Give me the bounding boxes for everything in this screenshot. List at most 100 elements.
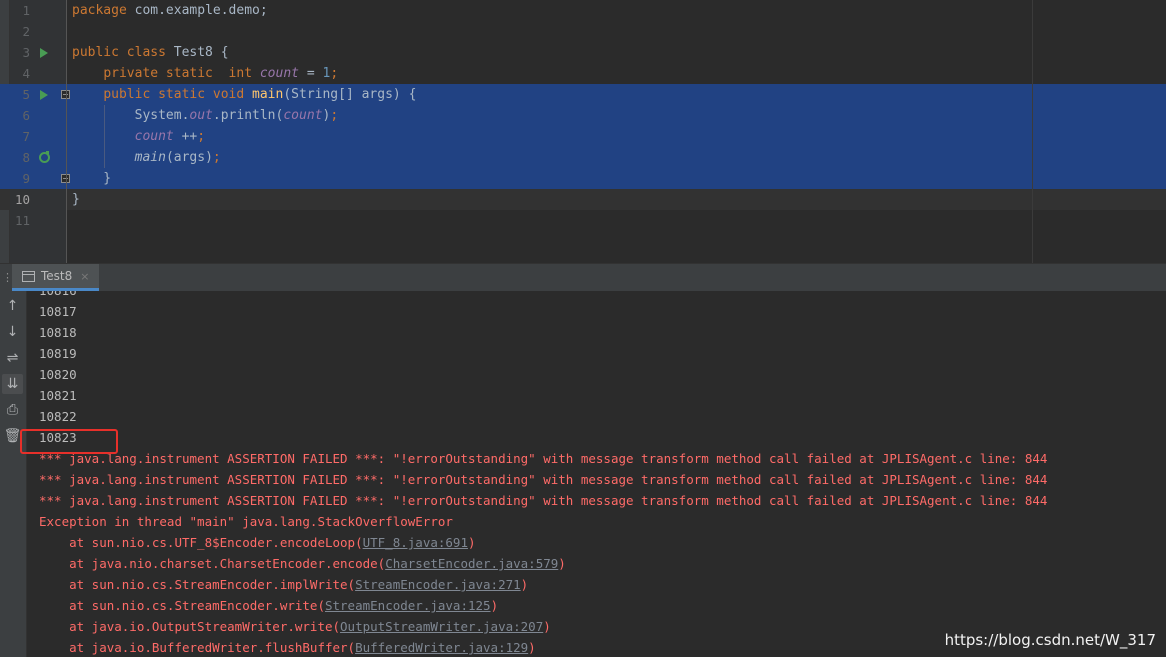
code-text[interactable]: public class Test8 { (72, 42, 229, 63)
code-token: count (134, 129, 174, 144)
stack-frame-text: at sun.nio.cs.StreamEncoder.implWrite( (39, 577, 356, 592)
recursive-call-icon (39, 151, 50, 163)
source-file-link[interactable]: OutputStreamWriter.java:207 (340, 619, 543, 634)
output-line: 10816 (39, 291, 1047, 301)
code-text[interactable]: count ++; (72, 126, 205, 147)
run-tab-label: Test8 (41, 269, 73, 283)
code-token: count (283, 108, 323, 123)
line-number: 5 (22, 87, 30, 102)
code-line[interactable]: 1 package com.example.demo; (0, 0, 1166, 21)
code-line[interactable]: 9 } (0, 168, 1166, 189)
output-line: 10822 (39, 409, 77, 424)
code-text[interactable]: System.out.println(count); (72, 105, 339, 126)
output-line: 10819 (39, 346, 77, 361)
run-gutter-icon[interactable] (40, 90, 48, 100)
code-token: ++ (173, 129, 198, 144)
code-token: = (299, 66, 323, 81)
stack-frame-close: ) (520, 577, 529, 592)
code-line[interactable]: 8 main(args); (0, 147, 1166, 168)
down-stack-trace-icon[interactable]: ↓ (2, 322, 23, 342)
watermark: https://blog.csdn.net/W_317 (944, 631, 1156, 649)
run-tab-test8[interactable]: Test8 × (12, 264, 100, 291)
code-token: private static int (103, 66, 260, 81)
code-line[interactable]: 2 (0, 21, 1166, 42)
code-token: Test8 { (173, 45, 229, 60)
code-line[interactable]: 7 count ++; (0, 126, 1166, 147)
code-line[interactable]: 5 public static void main(String[] args)… (0, 84, 1166, 105)
source-file-link[interactable]: BufferedWriter.java:129 (355, 640, 528, 655)
scroll-to-end-icon[interactable]: ⇊ (2, 374, 23, 394)
code-text[interactable]: public static void main(String[] args) { (72, 84, 416, 105)
line-number: 11 (14, 213, 30, 228)
code-token: package (72, 3, 135, 18)
stack-frame-text: at java.nio.charset.CharsetEncoder.encod… (39, 556, 386, 571)
code-lines[interactable]: 1 package com.example.demo; 2 3 public class… (0, 0, 1166, 231)
code-token: ; (212, 150, 221, 165)
code-text[interactable]: } (72, 189, 80, 210)
print-icon[interactable]: ⎙ (2, 400, 23, 420)
line-number: 9 (22, 171, 30, 186)
output-line: 10820 (39, 367, 77, 382)
code-token: ; (197, 129, 206, 144)
line-number: 2 (22, 24, 30, 39)
code-line[interactable]: 6 System.out.println(count); (0, 105, 1166, 126)
code-text[interactable]: private static int count = 1; (72, 63, 338, 84)
stack-frame-close: ) (467, 535, 476, 550)
line-number: 4 (22, 66, 30, 81)
code-token: } (72, 171, 112, 186)
code-token: out (189, 108, 213, 123)
code-line[interactable]: 11 (0, 210, 1166, 231)
console-output[interactable]: 10816 10817 10818 10819 10820 10821 10822 10823… (27, 291, 1166, 657)
run-gutter-icon[interactable] (40, 48, 48, 58)
code-text[interactable]: package com.example.demo; (72, 0, 268, 21)
output-line: 10818 (39, 325, 77, 340)
stack-frame-close: ) (490, 598, 499, 613)
code-token: } (72, 192, 80, 207)
stack-frame-close: ) (558, 556, 566, 571)
code-text[interactable]: main(args); (72, 147, 221, 168)
line-number: 1 (22, 3, 30, 18)
error-line: *** java.lang.instrument ASSERTION FAILE… (39, 472, 1048, 487)
up-stack-trace-icon[interactable]: ↑ (2, 296, 23, 316)
code-token: count (259, 66, 299, 81)
gutter-divider (66, 0, 67, 263)
stack-trace-line: at java.nio.charset.CharsetEncoder.encod… (39, 553, 1047, 574)
soft-wrap-icon[interactable]: ⇌ (2, 348, 23, 368)
code-token: public static void (103, 87, 253, 102)
stack-trace-line: at sun.nio.cs.StreamEncoder.implWrite(St… (39, 574, 1047, 595)
output-line: 10821 (39, 388, 77, 403)
line-number: 8 (22, 150, 30, 165)
code-token: ; (330, 66, 339, 81)
code-token: ; (330, 108, 339, 123)
console-toolbar: ↑ ↓ ⇌ ⇊ ⎙ 🗑 (0, 291, 27, 657)
stack-trace-line: at java.io.OutputStreamWriter.write(Outp… (39, 616, 1047, 637)
source-file-link[interactable]: UTF_8.java:691 (363, 535, 468, 550)
source-file-link[interactable]: StreamEncoder.java:125 (325, 598, 491, 613)
stack-frame-text: at sun.nio.cs.UTF_8$Encoder.encodeLoop( (39, 535, 363, 550)
line-number: 7 (22, 129, 30, 144)
error-line: Exception in thread "main" java.lang.Sta… (39, 514, 453, 529)
console-tab-icon (22, 270, 35, 282)
stack-trace-line: at sun.nio.cs.UTF_8$Encoder.encodeLoop(U… (39, 532, 1047, 553)
stack-frame-text: at java.io.OutputStreamWriter.write( (39, 619, 341, 634)
code-text[interactable]: } (72, 168, 111, 189)
source-file-link[interactable]: StreamEncoder.java:271 (355, 577, 521, 592)
source-file-link[interactable]: CharsetEncoder.java:579 (385, 556, 558, 571)
code-line[interactable]: 10} (0, 189, 1166, 210)
close-tab-icon[interactable]: × (80, 270, 89, 283)
code-token: main (252, 87, 284, 102)
code-line[interactable]: 4 private static int count = 1; (0, 63, 1166, 84)
code-token: com.example.demo; (134, 3, 268, 18)
line-number: 6 (22, 108, 30, 123)
code-token: System. (72, 108, 190, 123)
code-line[interactable]: 3 public class Test8 { (0, 42, 1166, 63)
stack-frame-text: at java.io.BufferedWriter.flushBuffer( (39, 640, 356, 655)
stack-trace-line: at sun.nio.cs.StreamEncoder.write(Stream… (39, 595, 1047, 616)
line-number: 3 (22, 45, 30, 60)
code-token: (args) (165, 150, 213, 165)
code-editor[interactable]: 1 package com.example.demo; 2 3 public class… (0, 0, 1166, 263)
stack-frame-close: ) (543, 619, 551, 634)
